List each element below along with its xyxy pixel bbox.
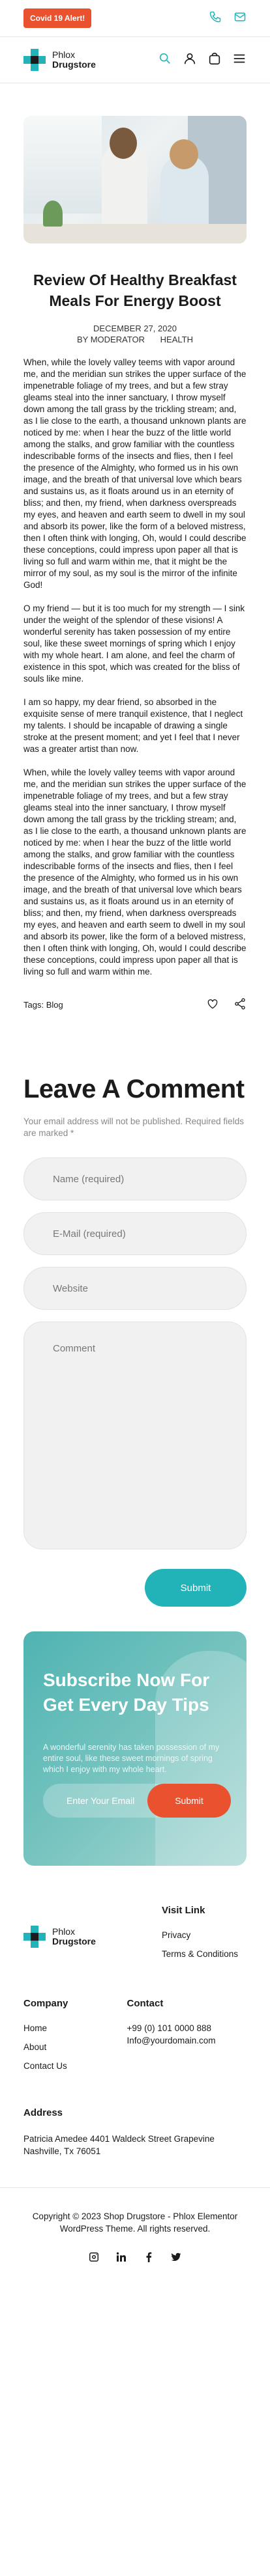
submit-row: Submit	[23, 1569, 247, 1607]
cart-icon[interactable]	[207, 51, 222, 69]
instagram-icon[interactable]	[89, 2252, 99, 2265]
footer-bottom: Copyright © 2023 Shop Drugstore - Phlox …	[0, 2187, 270, 2292]
header-icons	[158, 51, 247, 69]
tag-link[interactable]: Blog	[46, 1000, 63, 1010]
search-icon[interactable]	[158, 51, 172, 69]
facebook-icon[interactable]	[143, 2252, 154, 2265]
footer-contact-col: Contact +99 (0) 101 0000 888 Info@yourdo…	[127, 1998, 247, 2080]
footer-visit-col: Visit Link Privacy Terms & Conditions	[162, 1905, 247, 1968]
mail-icon[interactable]	[233, 10, 247, 27]
footer-link-terms[interactable]: Terms & Conditions	[162, 1949, 247, 1959]
email-field[interactable]: E-Mail (required)	[23, 1212, 247, 1255]
article-tags: Tags: Blog	[23, 997, 247, 1012]
article-paragraph: O my friend — but it is too much for my …	[23, 603, 245, 684]
subscribe-title: Subscribe Now For Get Every Day Tips	[43, 1670, 210, 1715]
footer-logo-line2: Drugstore	[52, 1935, 96, 1946]
footer-contact-title: Contact	[127, 1998, 164, 2009]
site-header: Phlox Drugstore	[0, 37, 270, 83]
article-featured-image	[23, 116, 247, 243]
twitter-icon[interactable]	[171, 2252, 181, 2265]
footer-logo-text: Phlox Drugstore	[52, 1926, 96, 1946]
subscribe-submit-button[interactable]: Submit	[147, 1784, 231, 1818]
share-icon[interactable]	[233, 997, 247, 1012]
footer-link-contact[interactable]: Contact Us	[23, 2061, 127, 2071]
user-icon[interactable]	[183, 51, 197, 69]
logo-line1: Phlox	[52, 49, 76, 60]
phone-icon[interactable]	[209, 10, 222, 27]
logo-text: Phlox Drugstore	[52, 50, 96, 70]
footer-contact-phone[interactable]: +99 (0) 101 0000 888	[127, 2023, 247, 2033]
article-meta: DECEMBER 27, 2020 BY MODERATOR HEALTH	[0, 323, 270, 345]
comment-subtitle: Your email address will not be published…	[23, 1116, 244, 1138]
tags-row: Tags: Blog	[23, 1000, 63, 1010]
article-paragraph: When, while the lovely valley teems with…	[23, 768, 247, 976]
footer-visit-title: Visit Link	[162, 1905, 205, 1916]
logo[interactable]: Phlox Drugstore	[23, 49, 96, 71]
comment-title: Leave A Comment	[23, 1075, 245, 1103]
footer-link-privacy[interactable]: Privacy	[162, 1930, 247, 1940]
footer-address-title: Address	[23, 2107, 63, 2118]
article-content: When, while the lovely valley teems with…	[0, 357, 270, 978]
footer-address: Address Patricia Amedee 4401 Waldeck Str…	[23, 2107, 247, 2157]
footer-logo[interactable]: Phlox Drugstore	[23, 1905, 96, 1968]
footer-logo-line1: Phlox	[52, 1926, 76, 1937]
site-footer: Phlox Drugstore Visit Link Privacy Terms…	[0, 1866, 270, 2292]
logo-cross-icon	[23, 1925, 46, 1948]
heart-icon[interactable]	[206, 997, 219, 1012]
article-meta-row: BY MODERATOR HEALTH	[0, 334, 270, 345]
article-title: Review Of Healthy Breakfast Meals For En…	[33, 271, 237, 309]
website-field[interactable]: Website	[23, 1267, 247, 1310]
covid-alert-button[interactable]: Covid 19 Alert!	[23, 8, 92, 28]
article-paragraph: I am so happy, my dear friend, so absorb…	[23, 697, 243, 754]
article-category[interactable]: HEALTH	[160, 335, 193, 344]
top-bar: Covid 19 Alert!	[0, 0, 270, 36]
footer-contact-email[interactable]: Info@yourdomain.com	[127, 2036, 247, 2045]
article-paragraph: When, while the lovely valley teems with…	[23, 357, 247, 590]
footer-company-title: Company	[23, 1998, 68, 2009]
top-bar-icons	[209, 10, 247, 27]
footer-middle: Company Home About Contact Us Contact +9…	[23, 1998, 247, 2080]
article-actions	[206, 997, 247, 1012]
footer-company-col: Company Home About Contact Us	[23, 1998, 127, 2080]
logo-cross-icon	[23, 49, 46, 71]
subscribe-banner: Subscribe Now For Get Every Day Tips A w…	[23, 1631, 247, 1866]
subscribe-text: A wonderful serenity has taken possessio…	[43, 1743, 220, 1774]
linkedin-icon[interactable]	[116, 2252, 127, 2265]
logo-line2: Drugstore	[52, 59, 96, 70]
social-icons	[23, 2252, 247, 2292]
tags-label: Tags:	[23, 1000, 44, 1010]
footer-link-about[interactable]: About	[23, 2042, 127, 2052]
article-author[interactable]: BY MODERATOR	[77, 335, 145, 344]
name-field[interactable]: Name (required)	[23, 1157, 247, 1200]
footer-link-home[interactable]: Home	[23, 2023, 127, 2033]
comment-submit-button[interactable]: Submit	[145, 1569, 247, 1607]
article-date: DECEMBER 27, 2020	[93, 324, 177, 333]
page: Covid 19 Alert! Phlox Drugstore Review O…	[0, 0, 270, 2292]
menu-icon[interactable]	[232, 51, 247, 69]
footer-top: Phlox Drugstore Visit Link Privacy Terms…	[23, 1905, 247, 1968]
comment-textarea[interactable]: Comment	[23, 1322, 247, 1549]
footer-address-text: Patricia Amedee 4401 Waldeck Street Grap…	[23, 2134, 215, 2156]
footer-copyright: Copyright © 2023 Shop Drugstore - Phlox …	[32, 2211, 238, 2234]
